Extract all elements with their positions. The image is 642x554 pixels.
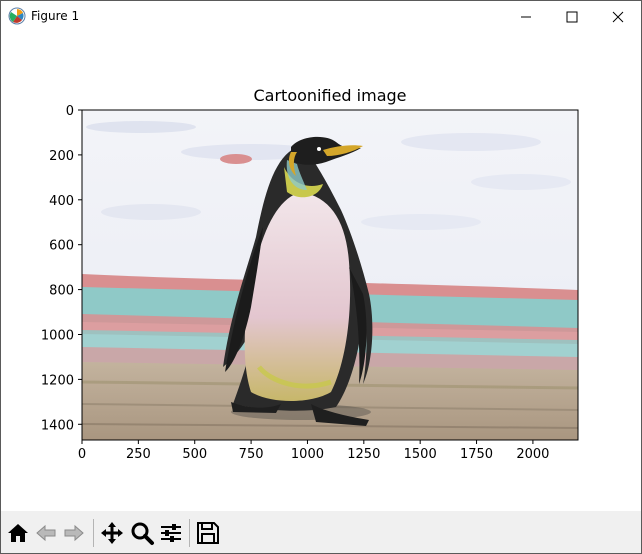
save-icon bbox=[197, 522, 219, 544]
figure-window: Figure 1 Cartoonified image 0 250 500 75… bbox=[0, 0, 642, 554]
configure-subplots-button[interactable] bbox=[158, 520, 184, 546]
toolbar-separator bbox=[189, 519, 190, 547]
pan-button[interactable] bbox=[99, 520, 125, 546]
x-tick-label: 0 bbox=[78, 447, 86, 462]
y-axis: 0 200 400 600 800 1000 1200 1400 bbox=[41, 104, 82, 433]
home-button[interactable] bbox=[5, 520, 31, 546]
window-title: Figure 1 bbox=[31, 9, 80, 23]
x-tick-label: 1250 bbox=[347, 447, 380, 462]
y-tick-label: 200 bbox=[49, 149, 74, 164]
matplotlib-app-icon bbox=[8, 7, 26, 25]
x-tick-label: 1750 bbox=[460, 447, 493, 462]
pan-icon bbox=[101, 522, 123, 544]
axes-title: Cartoonified image bbox=[254, 86, 407, 105]
title-bar[interactable]: Figure 1 bbox=[1, 1, 641, 32]
save-button[interactable] bbox=[195, 520, 221, 546]
y-tick-label: 800 bbox=[49, 284, 74, 299]
minimize-icon bbox=[521, 16, 531, 18]
back-icon bbox=[36, 524, 56, 542]
close-button[interactable] bbox=[595, 1, 641, 32]
minimize-button[interactable] bbox=[503, 1, 549, 32]
navigation-toolbar bbox=[1, 511, 641, 553]
y-tick-label: 1200 bbox=[41, 373, 74, 388]
configure-subplots-icon bbox=[161, 524, 181, 542]
back-button[interactable] bbox=[33, 520, 59, 546]
y-tick-label: 400 bbox=[49, 194, 74, 209]
figure-canvas[interactable]: Cartoonified image 0 250 500 750 1000 12… bbox=[1, 32, 641, 511]
maximize-icon bbox=[566, 11, 578, 23]
home-icon bbox=[8, 524, 28, 542]
cartoon-image bbox=[82, 110, 578, 440]
x-axis: 0 250 500 750 1000 1250 1500 1750 2000 bbox=[78, 440, 549, 462]
x-tick-label: 1500 bbox=[404, 447, 437, 462]
zoom-button[interactable] bbox=[129, 520, 155, 546]
y-tick-label: 1400 bbox=[41, 418, 74, 433]
x-tick-label: 500 bbox=[182, 447, 207, 462]
forward-icon bbox=[64, 524, 84, 542]
toolbar-separator bbox=[93, 519, 94, 547]
y-tick-label: 0 bbox=[66, 104, 74, 119]
x-tick-label: 750 bbox=[239, 447, 264, 462]
x-tick-label: 2000 bbox=[516, 447, 549, 462]
forward-button[interactable] bbox=[61, 520, 87, 546]
x-tick-label: 250 bbox=[126, 447, 151, 462]
axes-figure: Cartoonified image 0 250 500 750 1000 12… bbox=[41, 86, 579, 462]
y-tick-label: 600 bbox=[49, 239, 74, 254]
maximize-button[interactable] bbox=[549, 1, 595, 32]
close-icon bbox=[612, 11, 624, 23]
zoom-icon bbox=[131, 522, 154, 545]
x-tick-label: 1000 bbox=[291, 447, 324, 462]
y-tick-label: 1000 bbox=[41, 328, 74, 343]
